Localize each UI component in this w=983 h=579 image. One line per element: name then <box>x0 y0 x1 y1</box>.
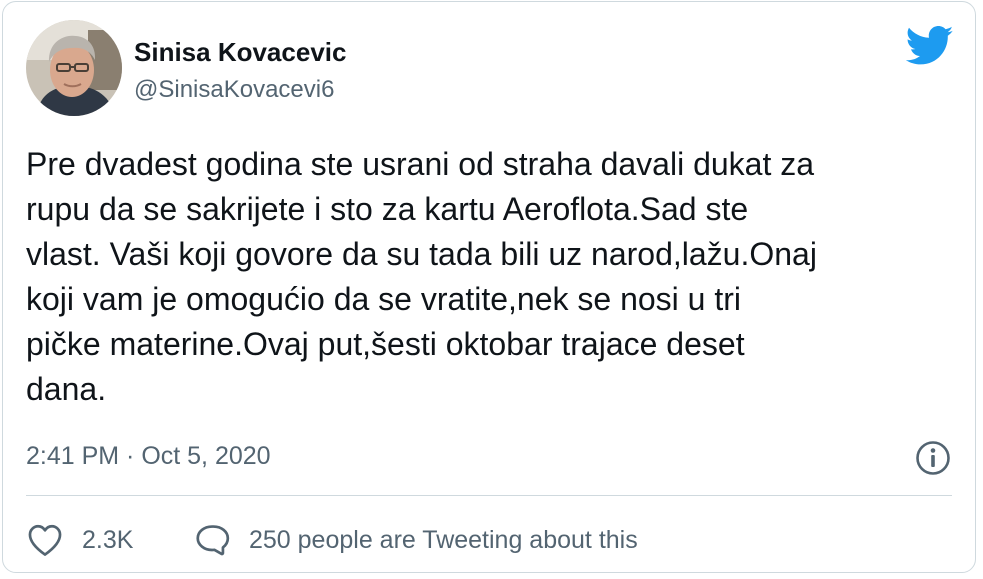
like-button[interactable]: 2.3K <box>26 520 133 560</box>
twitter-bird-icon[interactable] <box>905 26 954 66</box>
conversation-label: 250 people are Tweeting about this <box>249 525 638 554</box>
conversation-button[interactable]: 250 people are Tweeting about this <box>193 520 638 560</box>
info-icon[interactable] <box>915 440 951 476</box>
divider <box>26 495 952 496</box>
avatar[interactable] <box>26 20 122 116</box>
tweet-text: Pre dvadest godina ste usrani od straha … <box>26 146 817 407</box>
profile-photo-icon <box>26 20 122 116</box>
author-handle[interactable]: @SinisaKovacevi6 <box>134 76 334 104</box>
like-count: 2.3K <box>82 525 134 554</box>
author-display-name[interactable]: Sinisa Kovacevic <box>134 37 346 68</box>
speech-bubble-icon <box>196 525 230 556</box>
tweet-card: Sinisa Kovacevic @SinisaKovacevi6 Pre dv… <box>2 1 976 573</box>
tweet-timestamp[interactable]: 2:41 PM · Oct 5, 2020 <box>26 442 271 471</box>
heart-icon <box>28 524 62 556</box>
